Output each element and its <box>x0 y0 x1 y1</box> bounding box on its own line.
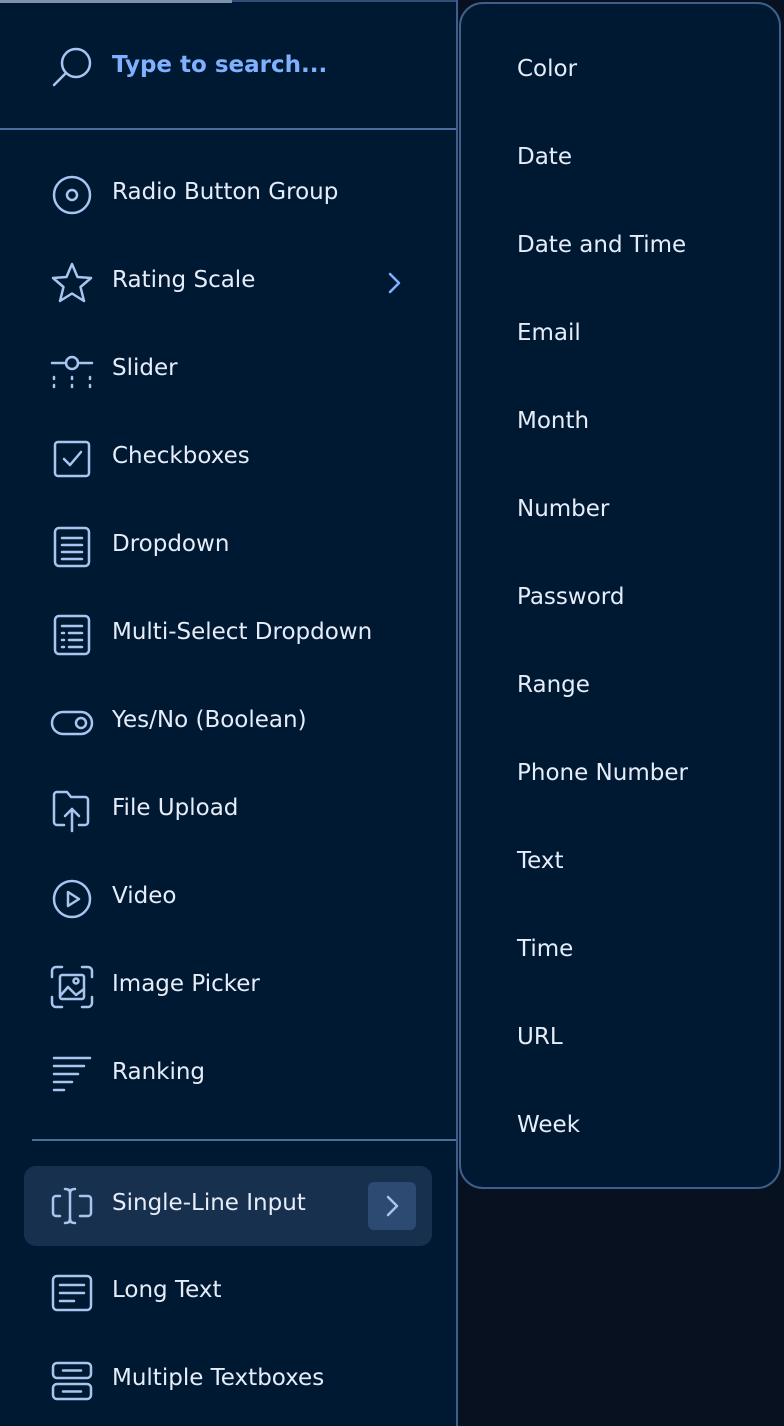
submenu-item-color[interactable]: Color <box>517 56 577 82</box>
section-divider <box>32 1139 456 1141</box>
menu-item-single-line-input[interactable]: Single-Line Input <box>24 1166 432 1246</box>
menu-item-yes-no-boolean[interactable]: Yes/No (Boolean) <box>24 683 432 763</box>
menu-item-label: Multiple Textboxes <box>112 1365 325 1391</box>
menu-item-checkboxes[interactable]: Checkboxes <box>24 419 432 499</box>
submenu-item-url[interactable]: URL <box>517 1024 563 1050</box>
menu-item-label: Checkboxes <box>112 443 250 469</box>
submenu-item-text[interactable]: Text <box>517 848 564 874</box>
search-icon <box>50 45 94 89</box>
toggle-icon <box>48 701 96 745</box>
menu-item-radio-button-group[interactable]: Radio Button Group <box>24 155 432 235</box>
file-upload-icon <box>48 789 96 833</box>
input-type-submenu: Color Date Date and Time Email Month Num… <box>459 2 781 1189</box>
submenu-item-phone-number[interactable]: Phone Number <box>517 760 688 786</box>
submenu-item-date-and-time[interactable]: Date and Time <box>517 232 686 258</box>
menu-item-long-text[interactable]: Long Text <box>24 1253 432 1333</box>
image-icon <box>48 965 96 1009</box>
star-icon <box>48 261 96 305</box>
question-type-menu: Radio Button Group Rating Scale <box>0 0 784 1426</box>
submenu-item-password[interactable]: Password <box>517 584 624 610</box>
menu-item-dropdown[interactable]: Dropdown <box>24 507 432 587</box>
menu-item-multi-select-dropdown[interactable]: Multi-Select Dropdown <box>24 595 432 675</box>
submenu-toggle-button[interactable] <box>368 1182 416 1230</box>
menu-item-file-upload[interactable]: File Upload <box>24 771 432 851</box>
menu-item-label: Long Text <box>112 1277 222 1303</box>
radio-icon <box>48 173 96 217</box>
long-text-icon <box>48 1271 96 1315</box>
search-input[interactable] <box>112 45 432 85</box>
ranking-icon <box>48 1053 96 1097</box>
multi-select-icon <box>48 613 96 657</box>
menu-item-ranking[interactable]: Ranking <box>24 1035 432 1115</box>
menu-item-label: Multi-Select Dropdown <box>112 619 373 645</box>
text-cursor-icon <box>48 1184 96 1228</box>
menu-item-label: Ranking <box>112 1059 206 1085</box>
dropdown-icon <box>48 525 96 569</box>
menu-item-label: Image Picker <box>112 971 260 997</box>
submenu-item-number[interactable]: Number <box>517 496 609 522</box>
multiple-textboxes-icon <box>48 1359 96 1403</box>
menu-item-label: Yes/No (Boolean) <box>112 707 307 733</box>
submenu-item-range[interactable]: Range <box>517 672 590 698</box>
checkbox-icon <box>48 437 96 481</box>
menu-item-label: Rating Scale <box>112 267 256 293</box>
menu-item-label: Single-Line Input <box>112 1190 306 1216</box>
submenu-item-date[interactable]: Date <box>517 144 572 170</box>
menu-item-multiple-textboxes[interactable]: Multiple Textboxes <box>24 1341 432 1421</box>
play-icon <box>48 877 96 921</box>
question-type-list: Radio Button Group Rating Scale <box>0 0 458 1426</box>
chevron-right-icon <box>384 269 404 297</box>
submenu-item-week[interactable]: Week <box>517 1112 580 1138</box>
search-bar <box>0 0 456 130</box>
menu-item-rating-scale[interactable]: Rating Scale <box>24 243 432 323</box>
menu-item-label: File Upload <box>112 795 239 821</box>
slider-icon <box>48 349 96 393</box>
chevron-right-icon <box>386 1195 399 1217</box>
menu-item-label: Dropdown <box>112 531 230 557</box>
menu-item-label: Video <box>112 883 177 909</box>
submenu-item-time[interactable]: Time <box>517 936 573 962</box>
menu-item-image-picker[interactable]: Image Picker <box>24 947 432 1027</box>
submenu-item-month[interactable]: Month <box>517 408 589 434</box>
submenu-item-email[interactable]: Email <box>517 320 581 346</box>
menu-item-video[interactable]: Video <box>24 859 432 939</box>
menu-item-slider[interactable]: Slider <box>24 331 432 411</box>
menu-item-label: Slider <box>112 355 178 381</box>
menu-item-label: Radio Button Group <box>112 179 339 205</box>
